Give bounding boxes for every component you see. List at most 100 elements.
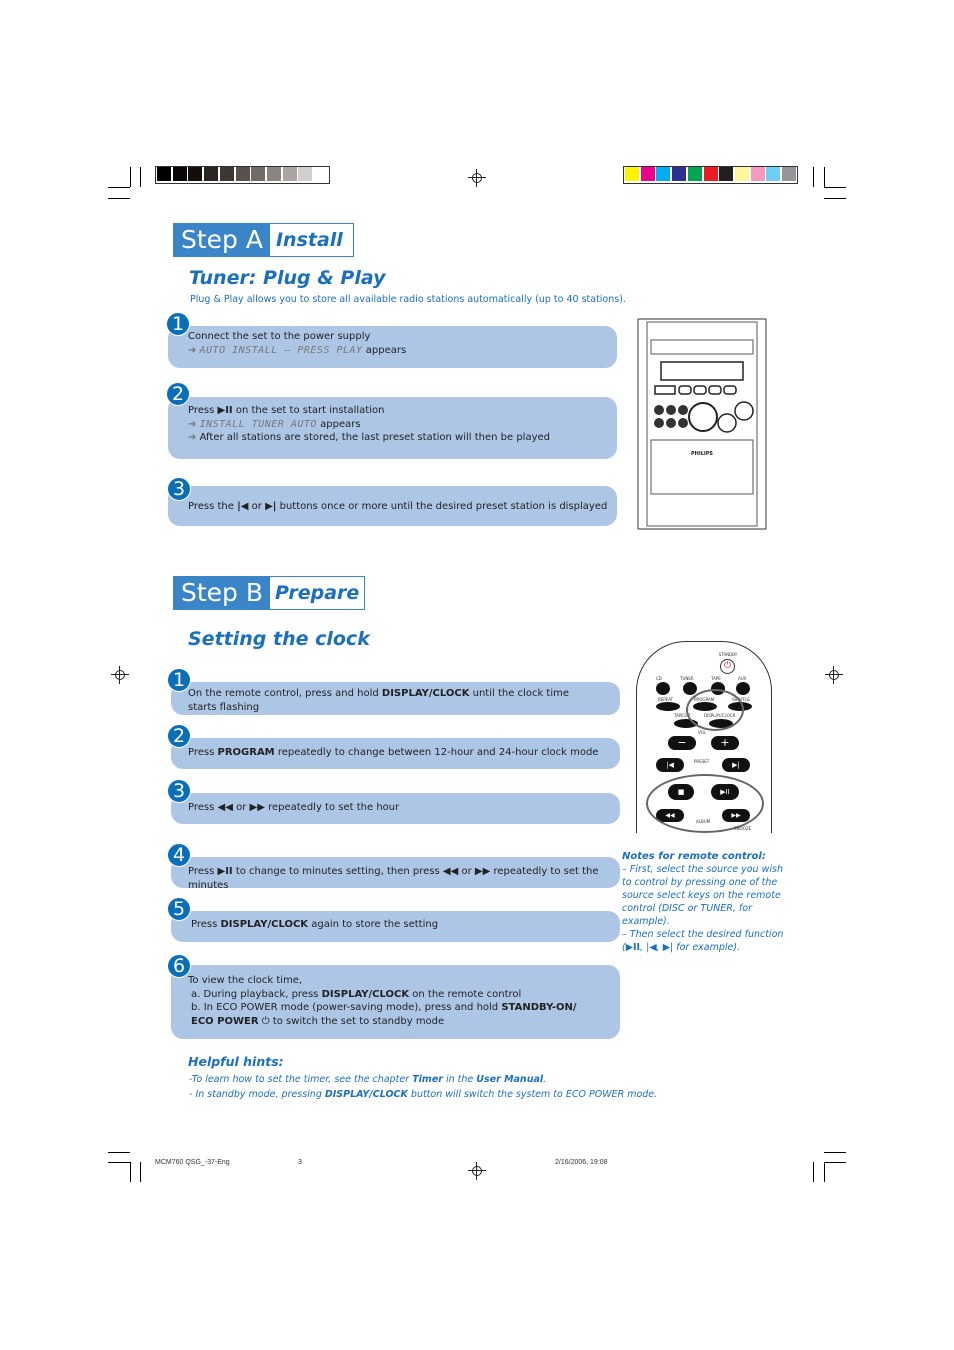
step-b-name: Prepare	[275, 582, 360, 604]
footer-page-number: 3	[298, 1159, 302, 1166]
remote-label: TUNER	[680, 676, 694, 681]
color-swatch	[766, 167, 781, 181]
fast-forward-icon: ▶▶	[474, 866, 491, 877]
remote-label: STANDBY	[718, 652, 738, 657]
step-a-header: Step A Install	[173, 223, 354, 257]
step-keyword: DISPLAY/CLOCK	[321, 988, 410, 1000]
color-swatch	[782, 167, 796, 181]
note-text: for example).	[673, 942, 741, 953]
rewind-icon: ◀◀	[442, 866, 459, 877]
crop-mark	[824, 1162, 825, 1182]
next-icon: ▶|	[722, 758, 750, 772]
crop-mark	[130, 1162, 131, 1182]
step-number-badge: 2	[167, 724, 191, 748]
step-number-badge: 4	[167, 843, 191, 867]
remote-label: CD	[656, 676, 662, 681]
step-text: again to store the setting	[308, 919, 439, 930]
step-text: on the remote control	[409, 988, 522, 1000]
step-text: After all stations are stored, the last …	[199, 432, 550, 443]
step-text: To view the clock time,	[188, 975, 303, 986]
hint-text: .	[543, 1074, 547, 1085]
fast-forward-icon: ▶▶	[249, 802, 265, 813]
step-text: or	[251, 501, 262, 512]
color-swatch	[734, 167, 749, 181]
previous-icon: |◀	[237, 501, 249, 512]
color-swatch	[282, 167, 297, 181]
next-icon: ▶|	[662, 942, 674, 953]
arrow-icon: ➜	[188, 344, 200, 356]
step-b-5-panel: Press DISPLAY/CLOCK again to store the s…	[171, 911, 620, 942]
remote-label: SNOOZE	[734, 826, 752, 831]
crop-mark	[140, 167, 141, 187]
step-number-badge: 5	[167, 897, 191, 921]
rewind-icon: ◀◀	[217, 802, 233, 813]
step-number-badge: 2	[166, 382, 190, 406]
color-swatch	[266, 167, 281, 181]
crop-mark	[130, 167, 131, 187]
color-swatch	[625, 167, 639, 181]
step-keyword: PROGRAM	[217, 747, 275, 758]
crop-mark	[824, 1162, 846, 1163]
crop-mark	[108, 187, 130, 188]
step-b-label: Step B	[174, 577, 271, 609]
repeat-button	[656, 702, 680, 711]
remote-label: VOL	[698, 730, 707, 735]
play-pause-icon: ▶II	[625, 942, 641, 953]
previous-icon: |◀	[646, 942, 657, 953]
color-swatch	[157, 167, 171, 181]
hint-text: -To learn how to set the timer, see the …	[189, 1074, 413, 1085]
step-a-name: Install	[275, 229, 343, 251]
step-text: b. In ECO POWER mode (power-saving mode)…	[191, 1002, 502, 1013]
hint-keyword: DISPLAY/CLOCK	[324, 1089, 408, 1100]
registration-mark-icon	[468, 1162, 486, 1180]
hint-keyword: User Manual	[476, 1074, 544, 1085]
power-icon: ⏻	[261, 1015, 270, 1027]
color-swatch	[235, 167, 250, 181]
aux-button	[736, 682, 750, 695]
hint-1: -To learn how to set the timer, see the …	[189, 1073, 546, 1086]
color-swatch	[656, 167, 671, 181]
remote-label: PRESET	[694, 759, 710, 764]
arrow-icon: ➜	[188, 432, 200, 443]
remote-control-illustration: STANDBY ⏻ CD TUNER TAPE AUX REPEAT PROGR…	[636, 641, 772, 833]
step-text: On the remote control, press and hold	[188, 688, 382, 699]
notes-title: Notes for remote control:	[622, 851, 766, 862]
color-swatch	[314, 167, 328, 181]
page: Step A Install Tuner: Plug & Play Plug &…	[0, 0, 954, 1350]
step-b-4-panel: Press ▶II to change to minutes setting, …	[171, 857, 620, 891]
step-text: Press	[188, 802, 215, 813]
play-pause-icon: ▶II	[217, 405, 233, 416]
cd-button	[656, 682, 670, 695]
step-b-1-panel: On the remote control, press and hold DI…	[171, 682, 620, 715]
crop-mark	[824, 1152, 846, 1153]
step-b-header: Step B Prepare	[173, 576, 366, 610]
hint-text: in the	[442, 1074, 477, 1085]
step-text: Connect the set to the power supply	[188, 331, 371, 342]
color-swatch	[687, 167, 702, 181]
step-number-badge: 6	[167, 954, 191, 978]
crop-mark	[813, 167, 814, 187]
previous-icon: |◀	[656, 758, 684, 772]
step-a-2-panel: Press ▶II on the set to start installati…	[168, 397, 617, 459]
step-text: appears	[365, 344, 407, 356]
color-swatch	[219, 167, 234, 181]
next-icon: ▶|	[265, 501, 277, 512]
step-b-3-panel: Press ◀◀ or ▶▶ repeatedly to set the hou…	[171, 793, 620, 824]
color-swatch	[703, 167, 718, 181]
footer-filename: MCM760 QSG_-37-Eng	[155, 1159, 230, 1166]
step-text: on the set to start installation	[235, 405, 385, 416]
registration-mark-icon	[468, 169, 486, 187]
brand-logo: PHILIPS	[691, 451, 713, 457]
remote-label: TAPE	[711, 676, 721, 681]
step-text: Press	[191, 919, 221, 930]
color-swatch	[172, 167, 187, 181]
step-text: Press	[188, 405, 215, 416]
step-text: buttons once or more until the desired p…	[279, 501, 608, 512]
step-text: or	[461, 866, 472, 877]
step-b-6-panel: To view the clock time, a. During playba…	[171, 965, 620, 1039]
step-keyword: DISPLAY/CLOCK	[220, 919, 309, 930]
crop-mark	[108, 1162, 130, 1163]
color-swatch	[750, 167, 765, 181]
step-text: repeatedly to set the hour	[268, 802, 400, 813]
step-text: appears	[320, 418, 361, 430]
